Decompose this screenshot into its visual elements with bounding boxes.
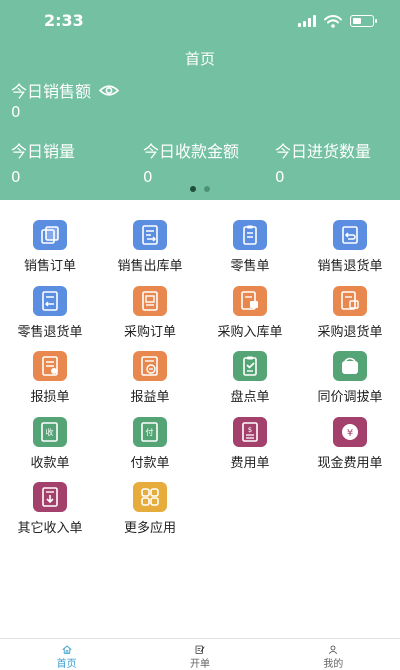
tab-label: 首页 <box>56 659 77 670</box>
app-receipt-button[interactable]: 收收款单 <box>0 416 100 483</box>
page-title: 首页 <box>184 50 215 68</box>
app-more-apps-button[interactable]: 更多应用 <box>100 482 200 548</box>
carousel-dot[interactable] <box>204 186 210 192</box>
app-stocktake-button[interactable]: 盘点单 <box>200 351 300 417</box>
tab-label: 开单 <box>189 659 210 670</box>
app-label: 同价调拔单 <box>317 390 383 405</box>
app-loss-report-button[interactable]: 报损单 <box>0 351 100 417</box>
svg-text:$: $ <box>248 426 252 434</box>
purchase-order-icon <box>133 285 167 316</box>
tab-profile[interactable]: 我的 <box>267 639 400 670</box>
app-label: 费用单 <box>230 455 270 471</box>
svg-text:¥: ¥ <box>347 428 353 439</box>
stat-value: 0 <box>143 168 153 186</box>
app-label: 报损单 <box>30 390 70 405</box>
app-label: 采购入库单 <box>217 324 283 340</box>
app-label: 付款单 <box>130 455 170 471</box>
app-gain-report-button[interactable]: 报益单 <box>100 351 200 417</box>
edit-doc-icon <box>195 645 205 654</box>
status-time: 2:33 <box>44 11 84 30</box>
app-label: 采购退货单 <box>317 324 383 340</box>
summary-header: 2:33 首页 今日销售额 0 今日销量 0 今日收款金额 0 今日进货数量 0 <box>0 0 400 200</box>
cash-expense-icon: ¥ <box>333 416 367 447</box>
app-payment-button[interactable]: 付付款单 <box>100 416 200 483</box>
app-sales-order-button[interactable]: 销售订单 <box>0 220 100 286</box>
svg-text:收: 收 <box>46 427 54 437</box>
app-label: 其它收入单 <box>17 521 83 536</box>
app-label: 销售退货单 <box>317 259 383 274</box>
stat-received-amount: 今日收款金额 0 <box>143 138 239 186</box>
retail-clipboard-icon <box>233 220 267 250</box>
app-cash-expense-button[interactable]: ¥ 现金费用单 <box>300 416 400 483</box>
gain-report-icon <box>133 351 167 381</box>
sales-outbound-icon <box>133 220 167 250</box>
app-label: 收款单 <box>30 455 70 471</box>
app-other-income-button[interactable]: 其它收入单 <box>0 482 100 548</box>
app-transfer-button[interactable]: 同价调拔单 <box>300 351 400 417</box>
stat-value: 0 <box>275 168 285 186</box>
carousel-indicator <box>0 186 400 192</box>
app-purchase-return-button[interactable]: 采购退货单 <box>300 285 400 352</box>
stat-purchase-quantity: 今日进货数量 0 <box>275 138 371 186</box>
eye-icon[interactable] <box>99 84 120 97</box>
app-retail-return-button[interactable]: 零售退货单 <box>0 285 100 352</box>
app-grid: 销售订单 销售出库单 零售单 销售退货单零售退货单 采购订单 采购入库单 采购退货单报损单 报… <box>0 220 400 548</box>
app-purchase-inbound-button[interactable]: 采购入库单 <box>200 285 300 352</box>
stocktake-icon <box>233 351 267 381</box>
app-expense-button[interactable]: $ 费用单 <box>200 416 300 483</box>
receipt-icon: 收 <box>33 416 67 447</box>
app-label: 更多应用 <box>123 521 176 536</box>
retail-return-icon <box>33 285 67 316</box>
app-label: 报益单 <box>130 390 170 405</box>
app-label: 销售订单 <box>23 259 76 274</box>
app-sales-return-button[interactable]: 销售退货单 <box>300 220 400 286</box>
stat-label: 今日销量 <box>11 142 76 161</box>
profile-icon <box>329 645 338 654</box>
stat-sales-volume: 今日销量 0 <box>11 138 75 186</box>
purchase-return-icon <box>333 285 367 316</box>
app-label: 零售退货单 <box>17 324 83 340</box>
wifi-icon <box>324 14 342 28</box>
app-purchase-order-button[interactable]: 采购订单 <box>100 285 200 352</box>
carousel-dot-active[interactable] <box>190 186 196 192</box>
purchase-inbound-icon <box>233 285 267 316</box>
expense-icon: $ <box>233 416 267 447</box>
tab-create-order[interactable]: 开单 <box>133 639 266 670</box>
svg-text:付: 付 <box>146 427 154 437</box>
status-bar: 2:33 <box>0 0 400 40</box>
sales-order-icon <box>33 220 67 250</box>
app-label: 盘点单 <box>230 390 270 405</box>
more-apps-icon <box>133 482 167 512</box>
cellular-signal-icon <box>298 15 316 27</box>
home-icon <box>62 645 72 654</box>
stat-value: 0 <box>11 168 21 186</box>
status-icons <box>298 13 377 29</box>
stat-label: 今日收款金额 <box>143 142 240 161</box>
other-income-icon <box>33 482 67 512</box>
loss-report-icon <box>33 351 67 381</box>
app-label: 销售出库单 <box>117 259 183 274</box>
payment-icon: 付 <box>133 416 167 447</box>
sales-amount-label: 今日销售额 <box>11 82 92 101</box>
app-label: 现金费用单 <box>317 455 383 471</box>
sales-amount-value: 0 <box>11 103 21 121</box>
app-retail-clipboard-button[interactable]: 零售单 <box>200 220 300 286</box>
tab-home[interactable]: 首页 <box>0 639 133 670</box>
sales-return-icon <box>333 220 367 250</box>
home-screen: 2:33 首页 今日销售额 0 今日销量 0 今日收款金额 0 今日进货数量 0… <box>0 0 400 670</box>
stat-label: 今日进货数量 <box>275 142 372 161</box>
app-sales-outbound-button[interactable]: 销售出库单 <box>100 220 200 286</box>
tab-label: 我的 <box>323 659 344 670</box>
sales-amount-label-row: 今日销售额 <box>11 78 120 102</box>
app-label: 采购订单 <box>123 324 176 340</box>
bottom-tab-bar: 首页 开单 我的 <box>0 638 400 670</box>
app-label: 零售单 <box>230 259 270 274</box>
battery-icon <box>350 15 377 27</box>
transfer-icon <box>333 351 367 381</box>
